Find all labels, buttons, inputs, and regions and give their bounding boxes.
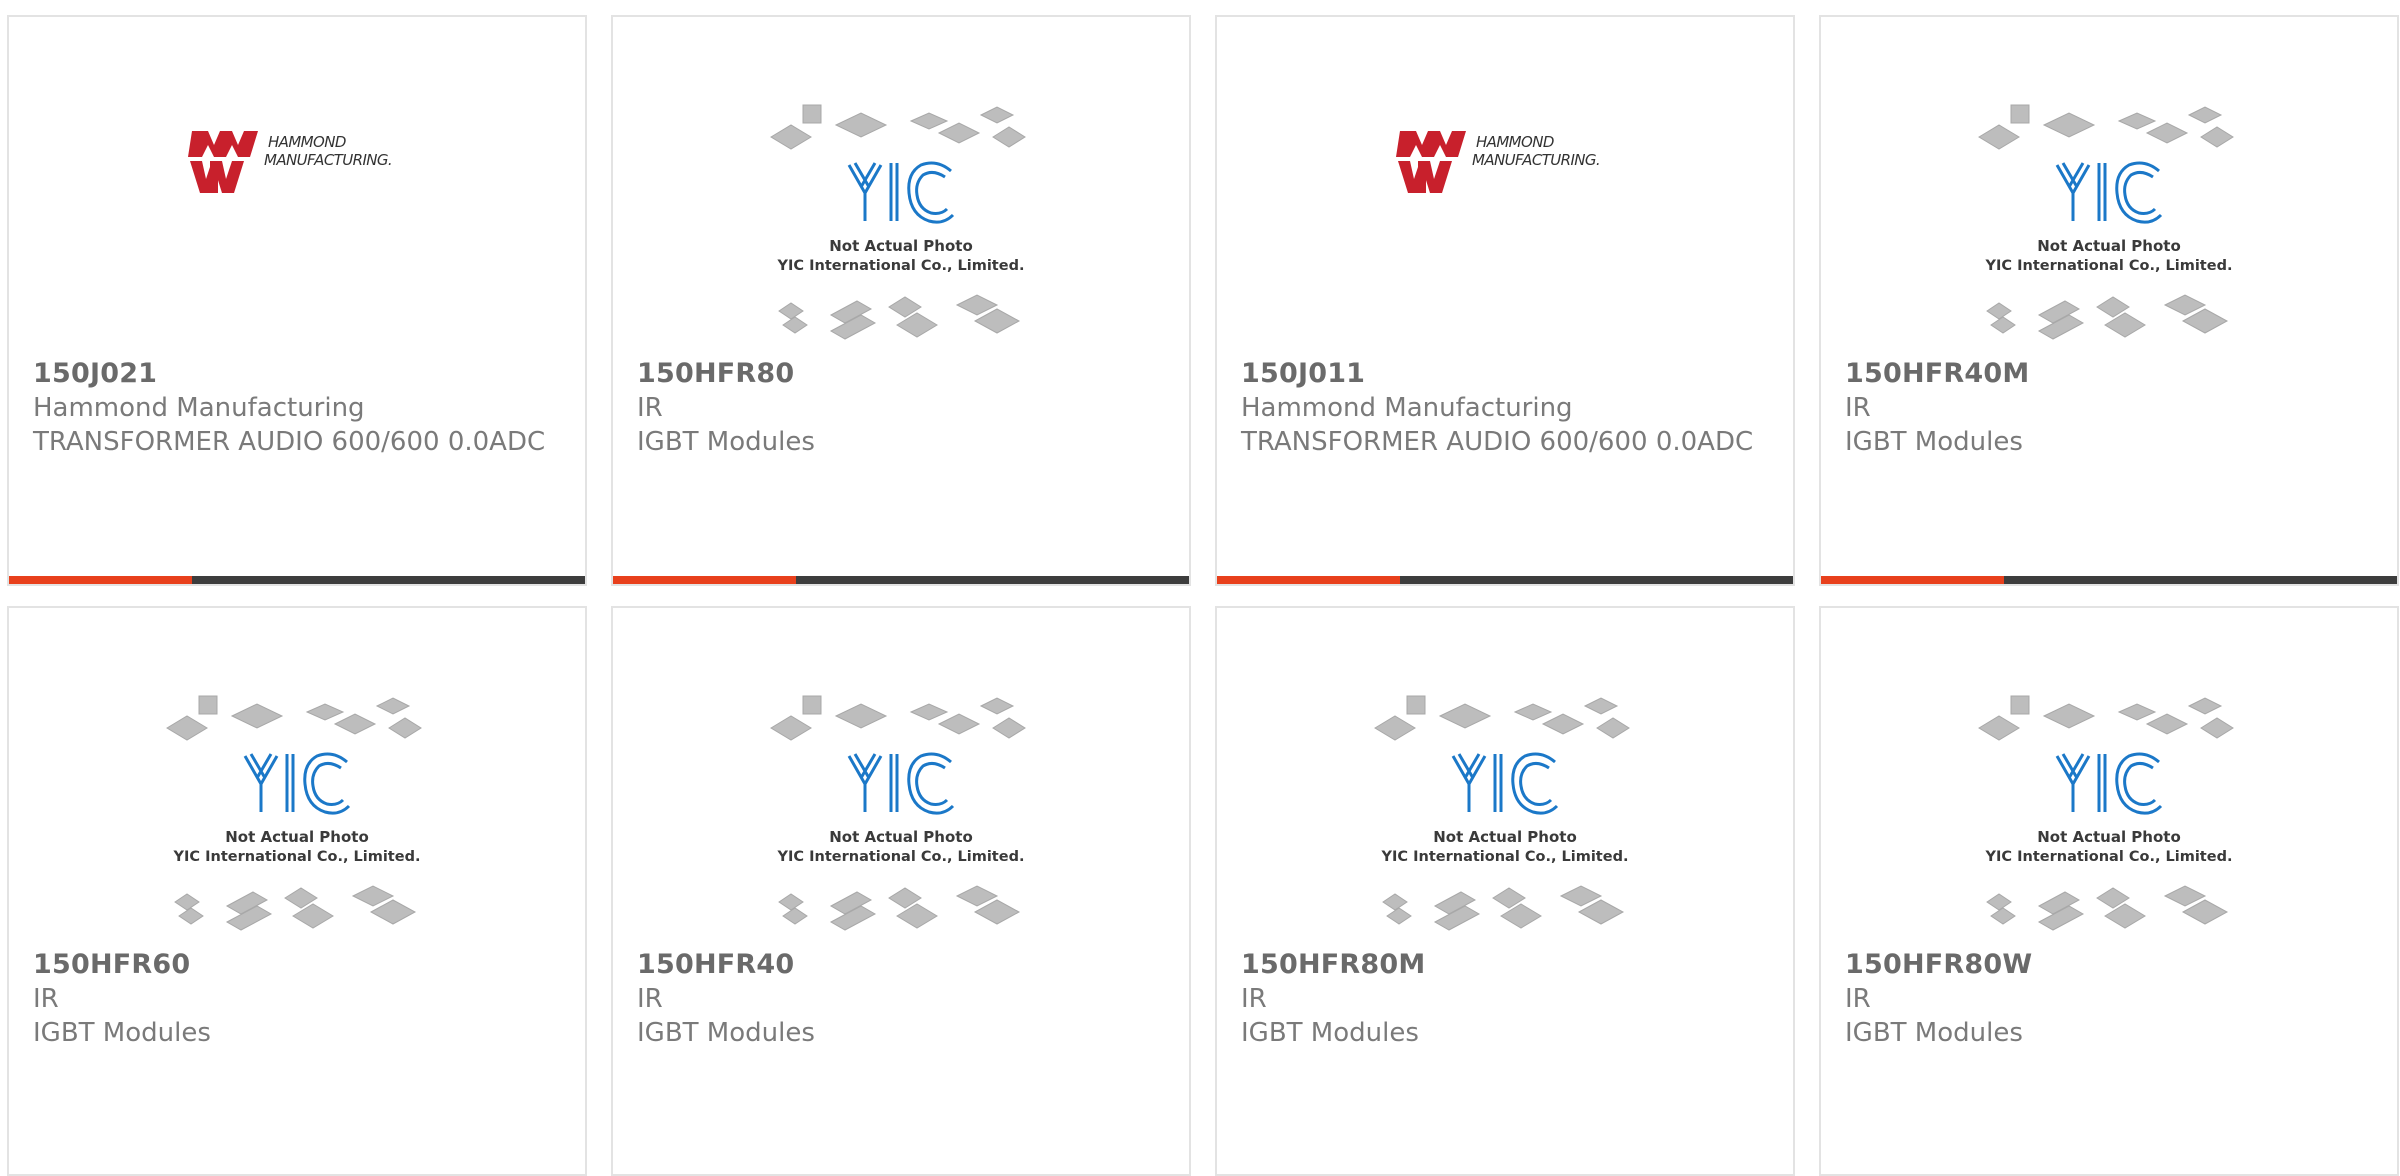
company-caption-text: YIC International Co., Limited. bbox=[777, 258, 1025, 274]
not-actual-photo-text: Not Actual Photo bbox=[829, 237, 973, 255]
product-card[interactable]: Not Actual Photo YIC International Co., L… bbox=[1215, 606, 1795, 1176]
manufacturer-name: Hammond Manufacturing bbox=[1241, 393, 1573, 423]
manufacturer-name: IR bbox=[1845, 393, 1871, 423]
product-info: 150HFR60 IR IGBT Modules bbox=[33, 948, 565, 1050]
chip-collage-icon bbox=[770, 104, 1026, 340]
company-caption-text: YIC International Co., Limited. bbox=[1985, 849, 2233, 865]
not-actual-photo-image: Not Actual Photo YIC International Co., L… bbox=[166, 695, 422, 931]
chip-collage-icon bbox=[1978, 104, 2234, 340]
product-card[interactable]: Not Actual Photo YIC International Co., L… bbox=[1819, 606, 2399, 1176]
product-description: IGBT Modules bbox=[1241, 1018, 1419, 1048]
manufacturer-name: IR bbox=[33, 984, 59, 1014]
product-info: 150HFR40M IR IGBT Modules bbox=[1845, 357, 2377, 459]
yic-logo-icon bbox=[1451, 752, 1559, 815]
product-card[interactable]: Not Actual Photo YIC International Co., L… bbox=[611, 606, 1191, 1176]
product-info: 150HFR80 IR IGBT Modules bbox=[637, 357, 1169, 459]
product-info: 150J011 Hammond Manufacturing TRANSFORMER … bbox=[1241, 357, 1773, 459]
hammond-logo-image: HAMMONDMANUFACTURING. bbox=[1396, 131, 1601, 193]
hammond-logo-image: HAMMONDMANUFACTURING. bbox=[188, 131, 393, 193]
not-actual-photo-image: Not Actual Photo YIC International Co., L… bbox=[770, 104, 1026, 340]
part-number-link[interactable]: 150J021 bbox=[33, 357, 565, 391]
card-bottom-bar bbox=[9, 576, 585, 584]
product-info: 150HFR80W IR IGBT Modules bbox=[1845, 948, 2377, 1050]
hammond-mark-icon bbox=[1396, 131, 1466, 193]
not-actual-photo-image: Not Actual Photo YIC International Co., L… bbox=[1978, 695, 2234, 931]
part-number-link[interactable]: 150HFR80M bbox=[1241, 948, 1773, 982]
not-actual-photo-image: Not Actual Photo YIC International Co., L… bbox=[1978, 104, 2234, 340]
hammond-mark-icon bbox=[188, 131, 258, 193]
company-caption-text: YIC International Co., Limited. bbox=[1985, 258, 2233, 274]
company-caption-text: YIC International Co., Limited. bbox=[173, 849, 421, 865]
part-number-link[interactable]: 150J011 bbox=[1241, 357, 1773, 391]
card-bottom-bar bbox=[613, 576, 1189, 584]
product-card[interactable]: Not Actual Photo YIC International Co., L… bbox=[611, 15, 1191, 586]
product-description: IGBT Modules bbox=[637, 1018, 815, 1048]
product-card[interactable]: Not Actual Photo YIC International Co., L… bbox=[1819, 15, 2399, 586]
product-info: 150HFR40 IR IGBT Modules bbox=[637, 948, 1169, 1050]
product-description: IGBT Modules bbox=[1845, 427, 2023, 457]
card-bottom-bar bbox=[1217, 576, 1793, 584]
card-bottom-bar-accent bbox=[1821, 576, 2004, 584]
card-bottom-bar-accent bbox=[9, 576, 192, 584]
chip-collage-icon bbox=[1374, 695, 1630, 931]
part-number-link[interactable]: 150HFR80W bbox=[1845, 948, 2377, 982]
not-actual-photo-text: Not Actual Photo bbox=[1433, 828, 1577, 846]
product-card[interactable]: Not Actual Photo YIC International Co., L… bbox=[7, 606, 587, 1176]
product-info: 150J021 Hammond Manufacturing TRANSFORMER … bbox=[33, 357, 565, 459]
card-bottom-bar-accent bbox=[613, 576, 796, 584]
part-number-link[interactable]: 150HFR60 bbox=[33, 948, 565, 982]
manufacturer-name: IR bbox=[637, 984, 663, 1014]
not-actual-photo-text: Not Actual Photo bbox=[829, 828, 973, 846]
product-description: TRANSFORMER AUDIO 600/600 0.0ADC bbox=[33, 427, 546, 457]
chip-collage-icon bbox=[166, 695, 422, 931]
not-actual-photo-text: Not Actual Photo bbox=[225, 828, 369, 846]
not-actual-photo-image: Not Actual Photo YIC International Co., L… bbox=[1374, 695, 1630, 931]
yic-logo-icon bbox=[2055, 161, 2163, 224]
part-number-link[interactable]: 150HFR80 bbox=[637, 357, 1169, 391]
part-number-link[interactable]: 150HFR40 bbox=[637, 948, 1169, 982]
product-description: TRANSFORMER AUDIO 600/600 0.0ADC bbox=[1241, 427, 1754, 457]
hammond-logo-text: MANUFACTURING. bbox=[264, 151, 392, 169]
yic-logo-icon bbox=[243, 752, 351, 815]
hammond-logo-text: HAMMOND bbox=[268, 133, 346, 151]
hammond-logo-text: MANUFACTURING. bbox=[1472, 151, 1600, 169]
manufacturer-name: IR bbox=[637, 393, 663, 423]
yic-logo-icon bbox=[847, 752, 955, 815]
yic-logo-icon bbox=[2055, 752, 2163, 815]
not-actual-photo-text: Not Actual Photo bbox=[2037, 828, 2181, 846]
part-number-link[interactable]: 150HFR40M bbox=[1845, 357, 2377, 391]
card-bottom-bar bbox=[1821, 576, 2397, 584]
chip-collage-icon bbox=[770, 695, 1026, 931]
yic-logo-icon bbox=[847, 161, 955, 224]
not-actual-photo-text: Not Actual Photo bbox=[2037, 237, 2181, 255]
product-info: 150HFR80M IR IGBT Modules bbox=[1241, 948, 1773, 1050]
manufacturer-name: IR bbox=[1845, 984, 1871, 1014]
product-description: IGBT Modules bbox=[1845, 1018, 2023, 1048]
manufacturer-name: Hammond Manufacturing bbox=[33, 393, 365, 423]
product-card[interactable]: HAMMOND MANUFACTURING. 150J021 Hammond Manu… bbox=[7, 15, 587, 586]
manufacturer-name: IR bbox=[1241, 984, 1267, 1014]
chip-collage-icon bbox=[1978, 695, 2234, 931]
card-bottom-bar-accent bbox=[1217, 576, 1400, 584]
company-caption-text: YIC International Co., Limited. bbox=[1381, 849, 1629, 865]
product-description: IGBT Modules bbox=[33, 1018, 211, 1048]
company-caption-text: YIC International Co., Limited. bbox=[777, 849, 1025, 865]
not-actual-photo-image: Not Actual Photo YIC International Co., L… bbox=[770, 695, 1026, 931]
hammond-logo-text: HAMMOND bbox=[1476, 133, 1554, 151]
product-description: IGBT Modules bbox=[637, 427, 815, 457]
product-card[interactable]: HAMMOND MANUFACTURING. 150J011 Hammond Manu… bbox=[1215, 15, 1795, 586]
